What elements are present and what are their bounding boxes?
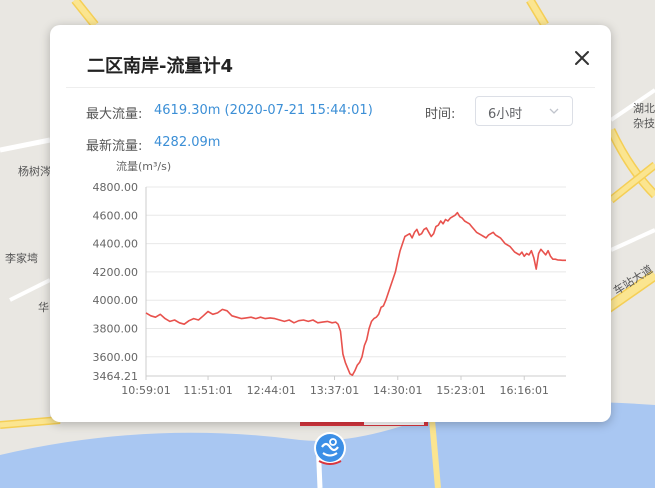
flow-meter-icon xyxy=(314,432,346,465)
x-tick-label: 14:30:01 xyxy=(373,384,422,397)
y-tick-label: 3800.00 xyxy=(93,322,139,335)
x-tick-label: 12:44:01 xyxy=(247,384,296,397)
map-label-hua: 华 xyxy=(38,301,49,314)
y-tick-label: 4400.00 xyxy=(93,238,139,251)
map-label-hubei: 湖北 xyxy=(633,102,655,115)
y-axis-label: 流量(m³/s) xyxy=(116,159,171,173)
map-label-lijia: 李家塆 xyxy=(5,252,38,265)
y-tick-label: 3464.21 xyxy=(93,370,139,383)
y-tick-label: 4200.00 xyxy=(93,266,139,279)
x-tick-label: 16:16:01 xyxy=(500,384,549,397)
x-tick-label: 10:59:01 xyxy=(121,384,170,397)
y-tick-label: 4000.00 xyxy=(93,294,139,307)
x-tick-label: 11:51:01 xyxy=(183,384,232,397)
y-tick-label: 4800.00 xyxy=(93,181,139,194)
x-tick-label: 15:23:01 xyxy=(436,384,485,397)
y-tick-label: 4600.00 xyxy=(93,209,139,222)
x-tick-label: 13:37:01 xyxy=(310,384,359,397)
y-tick-label: 3600.00 xyxy=(93,351,139,364)
map-label-zaji: 杂技 xyxy=(633,117,655,130)
info-popup: 二区南岸-流量计4 最大流量: 4619.30m (2020-07-21 15:… xyxy=(50,25,611,422)
map-label-yangshu: 杨树涔 xyxy=(18,165,51,178)
flow-meter-marker[interactable] xyxy=(313,431,347,465)
flow-series-line xyxy=(145,211,566,377)
flow-chart: 流量(m³/s) 4800.00 4600.00 4400.00 4200.00 4000… xyxy=(93,159,566,397)
